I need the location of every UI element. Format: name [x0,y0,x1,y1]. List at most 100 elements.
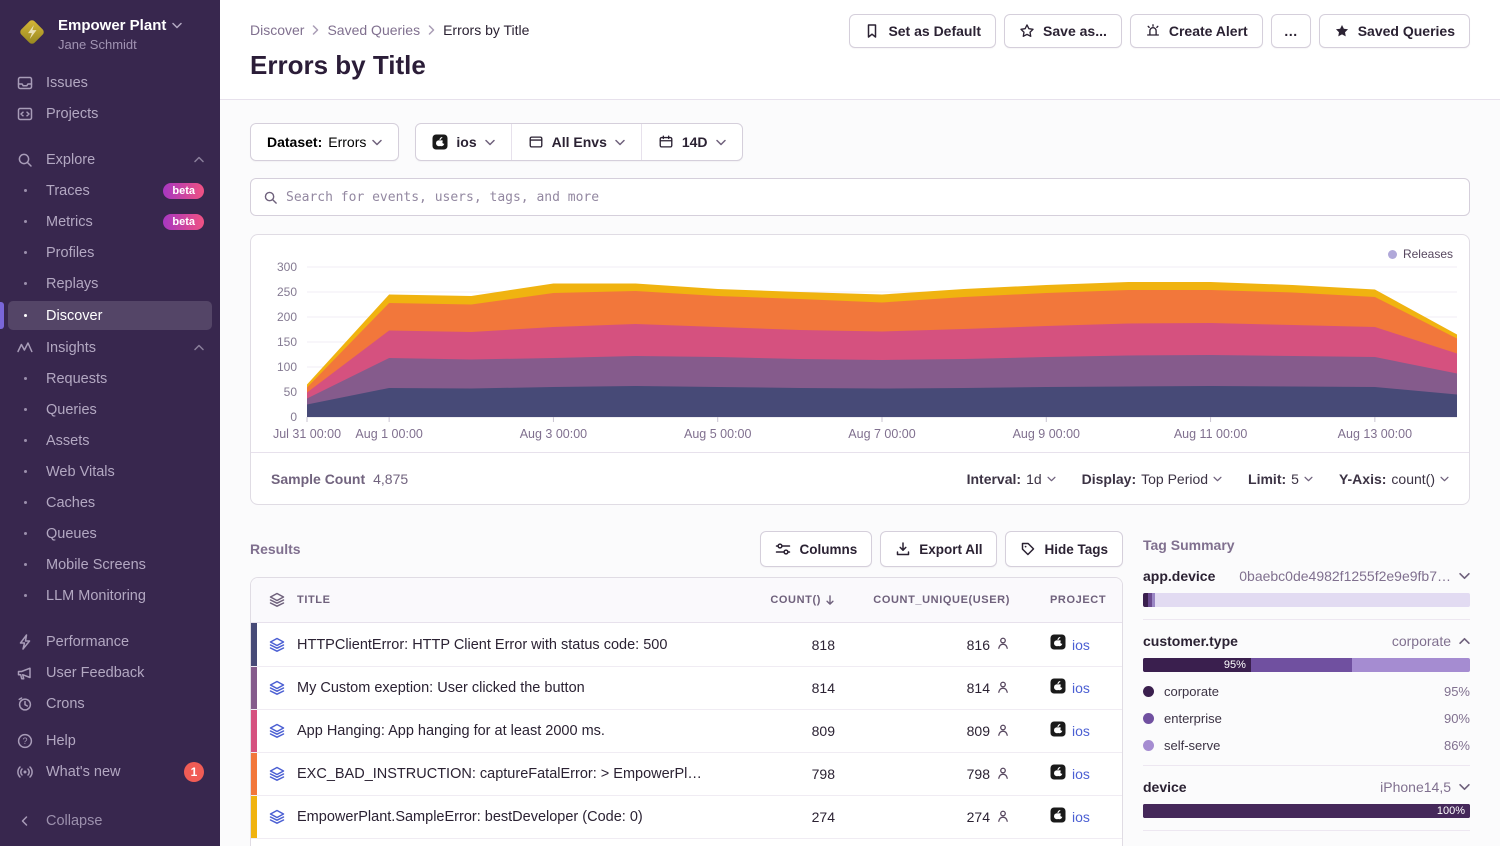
interval-select[interactable]: Interval: 1d [967,471,1056,487]
sidebar-item-metrics[interactable]: Metrics beta [0,206,220,237]
bookmark-icon [864,23,880,39]
row-project[interactable]: ios [1010,634,1090,655]
svg-text:0: 0 [290,410,297,424]
save-as-button[interactable]: Save as... [1004,14,1122,48]
projects-icon [16,105,34,123]
chart-legend-releases[interactable]: Releases [1388,247,1453,261]
sidebar-item-traces[interactable]: Traces beta [0,175,220,206]
limit-select[interactable]: Limit: 5 [1248,471,1313,487]
event-stack-icon[interactable] [257,809,297,825]
set-as-default-button[interactable]: Set as Default [849,14,996,48]
more-options-button[interactable]: … [1271,14,1311,48]
tag-item-self-serve[interactable]: self-serve 86% [1143,738,1470,753]
row-title[interactable]: EXC_BAD_INSTRUCTION: captureFatalError: … [297,766,720,782]
tag-bar-segment[interactable] [1152,593,1155,607]
svg-text:Aug 7 00:00: Aug 7 00:00 [848,427,915,441]
tag-item-corporate[interactable]: corporate 95% [1143,684,1470,699]
collapse-button[interactable]: Collapse [0,804,220,832]
sidebar-item-discover[interactable]: Discover [8,301,212,330]
export-all-button[interactable]: Export All [880,531,997,567]
sidebar-item-whats-new[interactable]: What's new 1 [0,756,220,787]
row-count-unique: 798 [967,766,1010,783]
tag-distribution-bar[interactable] [1143,593,1470,607]
hide-tags-button[interactable]: Hide Tags [1005,531,1123,567]
row-title[interactable]: HTTPClientError: HTTP Client Error with … [297,637,720,653]
columns-icon [775,541,791,557]
breadcrumb-separator-icon [428,25,435,35]
sidebar-item-queues[interactable]: Queues [0,518,220,549]
calendar-icon [658,134,674,150]
sidebar-item-issues[interactable]: Issues [0,67,220,98]
chevron-down-icon[interactable] [1459,783,1470,791]
sidebar-item-projects[interactable]: Projects [0,98,220,129]
events-chart[interactable]: 050100150200250300Jul 31 00:00Aug 1 00:0… [251,245,1469,447]
tag-bar-segment[interactable] [1251,658,1352,672]
row-project[interactable]: ios [1010,764,1090,785]
tag-key: app.device [1143,568,1215,584]
sidebar-item-web-vitals[interactable]: Web Vitals [0,456,220,487]
event-stack-icon[interactable] [257,723,297,739]
tag-value[interactable]: iPhone14,5 [1380,779,1451,795]
sidebar-item-mobile-screens[interactable]: Mobile Screens [0,549,220,580]
row-title[interactable]: EmpowerPlant.SampleError: bestDeveloper … [297,809,720,825]
tag-item-enterprise[interactable]: enterprise 90% [1143,711,1470,726]
search-input[interactable] [286,190,1457,205]
project-filter[interactable]: ios [416,124,510,160]
sidebar-item-performance[interactable]: Performance [0,626,220,657]
tag-bar-segment[interactable]: 100% [1143,804,1470,818]
row-project[interactable]: ios [1010,721,1090,742]
breadcrumb-saved-queries[interactable]: Saved Queries [327,22,420,38]
date-range-filter[interactable]: 14D [641,124,742,160]
chevron-down-icon[interactable] [1459,572,1470,580]
dataset-select[interactable]: Dataset: Errors [250,123,399,161]
user-icon [996,680,1010,697]
sidebar-group-insights[interactable]: Insights [0,332,220,363]
tag-distribution-bar[interactable]: 95% [1143,658,1470,672]
event-stack-icon[interactable] [257,680,297,696]
page-header: Discover Saved Queries Errors by Title E… [220,0,1500,100]
display-select[interactable]: Display: Top Period [1082,471,1222,487]
row-project[interactable]: ios [1010,678,1090,699]
row-count: 798 [812,766,835,782]
row-count: 809 [812,723,835,739]
row-title[interactable]: App Hanging: App hanging for at least 20… [297,723,720,739]
col-count-unique[interactable]: COUNT_UNIQUE(USER) [873,594,1010,606]
table-row: App Hanging: App hanging for at least 20… [251,709,1122,752]
breadcrumb-discover[interactable]: Discover [250,22,304,38]
download-icon [895,541,911,557]
row-project[interactable]: ios [1010,807,1090,828]
sidebar-item-caches[interactable]: Caches [0,487,220,518]
bullet-icon [16,563,34,566]
columns-button[interactable]: Columns [760,531,872,567]
event-stack-icon[interactable] [257,637,297,653]
sidebar-item-llm-monitoring[interactable]: LLM Monitoring [0,580,220,611]
sidebar-item-user-feedback[interactable]: User Feedback [0,657,220,688]
sidebar-item-crons[interactable]: Crons [0,688,220,719]
yaxis-select[interactable]: Y-Axis: count() [1339,471,1449,487]
svg-text:Aug 13 00:00: Aug 13 00:00 [1338,427,1412,441]
sidebar-item-help[interactable]: ? Help [0,725,220,756]
tag-value[interactable]: corporate [1392,633,1451,649]
create-alert-button[interactable]: Create Alert [1130,14,1263,48]
svg-text:200: 200 [277,310,297,324]
saved-queries-button[interactable]: Saved Queries [1319,14,1470,48]
row-count: 814 [812,680,835,696]
col-title[interactable]: TITLE [297,594,720,606]
tag-bar-segment[interactable]: 95% [1143,658,1251,672]
ellipsis-icon: … [1284,23,1298,39]
sidebar-item-queries[interactable]: Queries [0,394,220,425]
col-count[interactable]: COUNT() [770,594,835,606]
sidebar-item-requests[interactable]: Requests [0,363,220,394]
col-project[interactable]: PROJECT [1010,594,1106,606]
sidebar-item-profiles[interactable]: Profiles [0,237,220,268]
event-stack-icon[interactable] [257,766,297,782]
tag-value[interactable]: 0baebc0de4982f1255f2e9e9fb7… [1239,568,1451,584]
sidebar-item-replays[interactable]: Replays [0,268,220,299]
environment-filter[interactable]: All Envs [511,124,641,160]
sidebar-item-assets[interactable]: Assets [0,425,220,456]
tag-distribution-bar[interactable]: 100% [1143,804,1470,818]
chevron-up-icon[interactable] [1459,637,1470,645]
row-title[interactable]: My Custom exeption: User clicked the but… [297,680,720,696]
org-switcher[interactable]: Empower Plant Jane Schmidt [0,14,220,67]
sidebar-group-explore[interactable]: Explore [0,144,220,175]
